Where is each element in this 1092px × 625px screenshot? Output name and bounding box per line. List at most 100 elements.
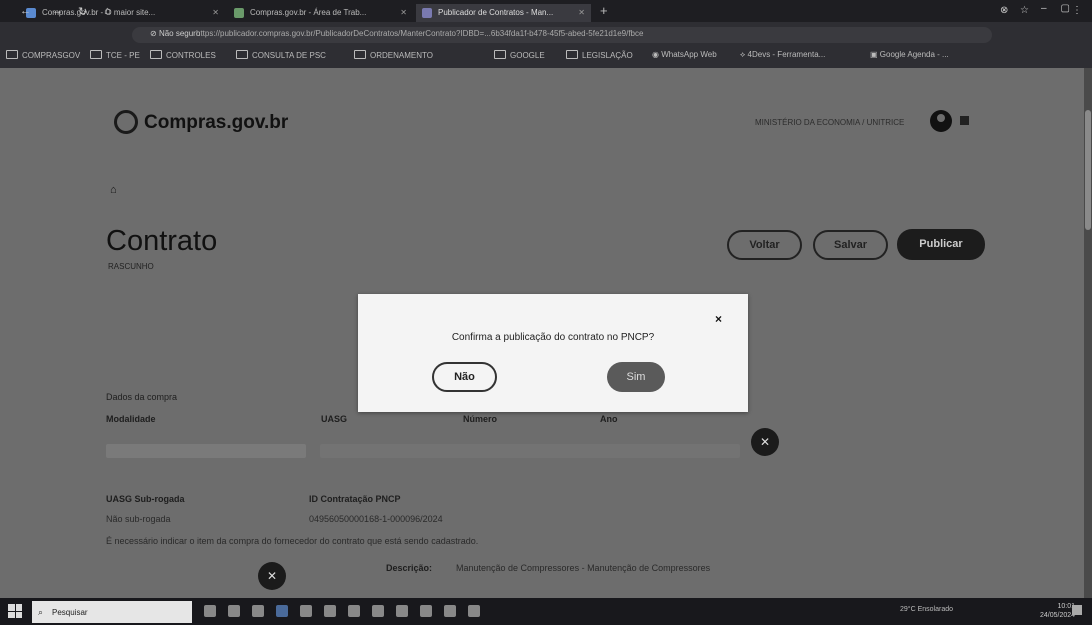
bookmark-label: COMPRASGOV (22, 51, 81, 60)
descricao-label: Descrição: (386, 563, 433, 573)
status-badge: RASCUNHO (108, 262, 154, 271)
bookmark-label: TCE - PE (106, 51, 140, 60)
site-favicon-icon (422, 8, 432, 18)
modalidade-label: Modalidade (106, 414, 156, 424)
reader-icon[interactable]: ⊗ (1000, 5, 1008, 16)
confirm-dialog: × Confirma a publicação do contrato no P… (358, 294, 748, 412)
clock-date: 24/05/2024 (1040, 612, 1076, 619)
bookmark-4devs[interactable]: ⟡ 4Devs - Ferramenta... (740, 50, 825, 60)
bookmark-legislacao[interactable]: LEGISLAÇÃO (566, 50, 633, 60)
folder-icon (236, 50, 248, 59)
close-icon[interactable]: ✕ (578, 4, 585, 22)
publicar-button[interactable]: Publicar (897, 229, 985, 260)
voltar-button[interactable]: Voltar (727, 230, 802, 260)
system-clock[interactable]: 10:01 24/05/2024 (1040, 602, 1075, 620)
bookmark-label: CONSULTA DE PSC (252, 51, 326, 60)
sim-button[interactable]: Sim (607, 362, 665, 392)
bookmark-controles[interactable]: CONTROLES (150, 50, 216, 60)
page-title: Contrato (106, 225, 218, 257)
folder-icon (6, 50, 18, 59)
file-explorer-icon[interactable] (252, 605, 264, 617)
tab-label: Publicador de Contratos - Man... (438, 8, 554, 17)
id-pncp-value: 04956050000168-1-000096/2024 (309, 514, 443, 524)
bookmark-label: CONTROLES (166, 51, 216, 60)
tab-label: Compras.gov.br - Área de Trab... (250, 8, 367, 17)
bookmark-ordenamento[interactable]: ORDENAMENTO (354, 50, 433, 60)
forward-icon[interactable]: → (52, 5, 63, 17)
app-icon[interactable] (348, 605, 360, 617)
calendar-icon: ▣ (870, 50, 880, 59)
close-icon[interactable]: ✕ (400, 4, 407, 22)
site-logo[interactable]: Compras.gov.br (144, 112, 288, 134)
bookmark-consulta-psc[interactable]: CONSULTA DE PSC (236, 50, 326, 60)
app-icon[interactable] (468, 605, 480, 617)
dialog-question: Confirma a publicação do contrato no PNC… (451, 332, 655, 343)
bookmark-site-icon: ⟡ (740, 50, 748, 59)
menu-icon[interactable]: ⋮ (1072, 5, 1082, 16)
ministry-label: MINISTÉRIO DA ECONOMIA / UNITRICE (755, 118, 905, 127)
bookmark-label: 4Devs - Ferramenta... (747, 50, 826, 59)
scrollbar-thumb[interactable] (1085, 110, 1091, 230)
bookmark-comprasgov[interactable]: COMPRASGOV (6, 50, 80, 60)
bookmark-label: Google Agenda - ... (879, 50, 949, 59)
numero-label: Número (463, 414, 498, 424)
id-pncp-label: ID Contratação PNCP (309, 494, 401, 504)
security-indicator[interactable]: ⊘ Não seguro (150, 29, 200, 38)
close-icon[interactable]: ✕ (212, 4, 219, 22)
home-icon[interactable]: ⌂ (110, 184, 117, 196)
app-icon[interactable] (300, 605, 312, 617)
logo-icon (114, 110, 138, 134)
logout-icon[interactable] (960, 116, 969, 125)
task-view-icon[interactable] (204, 605, 216, 617)
browser-tab-2[interactable]: Compras.gov.br - Área de Trab... ✕ (228, 4, 413, 22)
home-browser-icon[interactable]: ⌂ (104, 5, 111, 17)
reload-icon[interactable]: ↻ (78, 5, 87, 18)
app-icon[interactable] (396, 605, 408, 617)
section-title: Dados da compra (106, 392, 178, 402)
app-icon[interactable] (228, 605, 240, 617)
clear-compra-button[interactable]: ✕ (751, 428, 779, 456)
whatsapp-icon: ◉ (652, 50, 662, 59)
user-avatar-icon[interactable] (930, 110, 952, 132)
modalidade-select[interactable] (106, 444, 306, 458)
bookmark-label: GOOGLE (510, 51, 545, 60)
bookmark-tce-pe[interactable]: TCE - PE (90, 50, 140, 60)
close-icon[interactable]: × (715, 312, 722, 326)
back-icon[interactable]: ← (20, 5, 31, 17)
salvar-button[interactable]: Salvar (813, 230, 888, 260)
browser-tab-3[interactable]: Publicador de Contratos - Man... ✕ (416, 4, 591, 22)
app-icon[interactable] (372, 605, 384, 617)
folder-icon (90, 50, 102, 59)
uasg-subrogada-value: Não sub-rogada (106, 514, 171, 524)
compra-fields[interactable] (320, 444, 740, 458)
nao-button[interactable]: Não (432, 362, 497, 392)
uasg-subrogada-label: UASG Sub-rogada (106, 494, 185, 504)
remove-item-button[interactable]: ✕ (258, 562, 286, 590)
folder-icon (494, 50, 506, 59)
security-label: Não seguro (158, 29, 201, 38)
bookmark-google-agenda[interactable]: ▣ Google Agenda - ... (870, 50, 949, 59)
folder-icon (566, 50, 578, 59)
item-note: É necessário indicar o item da compra do… (106, 536, 479, 546)
weather-widget[interactable]: 29°C Ensolarado (900, 606, 953, 613)
ano-label: Ano (600, 414, 618, 424)
search-icon: ⌕ (38, 607, 44, 617)
taskbar-search-placeholder: Pesquisar (52, 608, 88, 617)
browser-tab-1[interactable]: Compras.gov.br - O maior site... ✕ (20, 4, 225, 22)
notification-icon[interactable] (1072, 605, 1082, 615)
app-icon[interactable] (444, 605, 456, 617)
descricao-value: Manutenção de Compressores - Manutenção … (456, 563, 711, 573)
bookmark-label: ORDENAMENTO (370, 51, 433, 60)
url-text[interactable]: https://publicador.compras.gov.br/Public… (196, 29, 643, 38)
app-icon[interactable] (324, 605, 336, 617)
bookmark-label: WhatsApp Web (661, 50, 717, 59)
windows-start-icon[interactable] (8, 604, 22, 618)
bookmark-google[interactable]: GOOGLE (494, 50, 545, 60)
site-favicon-icon (234, 8, 244, 18)
favorite-star-icon[interactable]: ☆ (1020, 5, 1029, 16)
edge-browser-icon[interactable] (276, 605, 288, 617)
folder-icon (150, 50, 162, 59)
app-icon[interactable] (420, 605, 432, 617)
new-tab-button[interactable]: + (600, 3, 608, 18)
bookmark-whatsapp[interactable]: ◉ WhatsApp Web (652, 50, 717, 59)
